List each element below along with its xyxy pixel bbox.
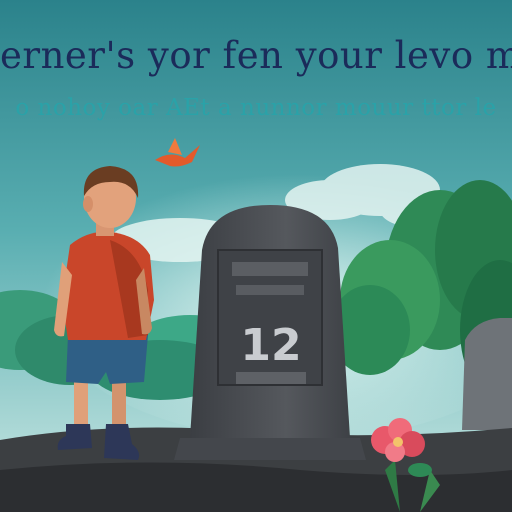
headstone-number: 12 bbox=[240, 320, 301, 371]
caption-line-2: o nohoy oar AEt a nunnor mouur ttor le bbox=[15, 95, 497, 121]
caption-line-1: erner's yor fen your levo mer bbox=[0, 34, 512, 77]
illustration-scene: 12 erner's yor fen your levo mer o nohoy… bbox=[0, 0, 512, 512]
rock bbox=[462, 318, 512, 430]
